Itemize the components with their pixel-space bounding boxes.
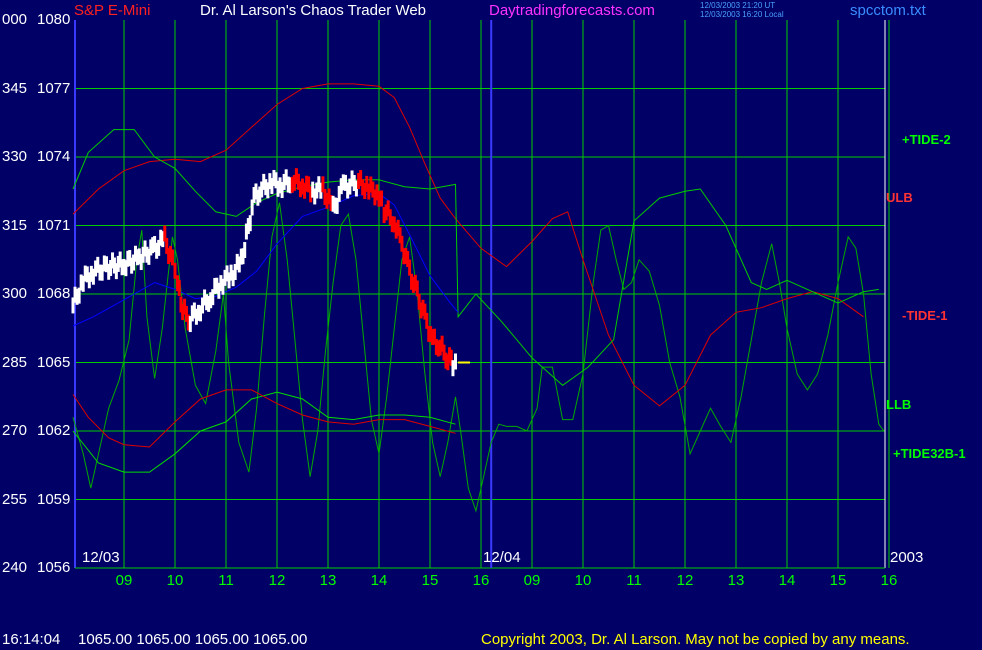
x-tick-label: 10	[166, 572, 184, 589]
x-tick-label: 12	[676, 572, 694, 589]
y-angle-label: 300	[2, 285, 28, 302]
y-angle-label: 330	[2, 148, 28, 165]
price-bar	[248, 215, 252, 232]
series-label-tide1: -TIDE-1	[902, 308, 948, 323]
y-price-label: 1071	[37, 216, 71, 234]
x-tick-label: 16	[472, 572, 490, 589]
x-tick-label: 09	[115, 572, 133, 589]
x-tick-label: 10	[574, 572, 592, 589]
y-price-label: 1074	[37, 148, 71, 165]
y-price-label: 1065	[37, 353, 71, 371]
y-angle-label: 345	[2, 79, 28, 97]
price-bar	[380, 190, 384, 207]
series-label-tide2: +TIDE-2	[902, 132, 951, 147]
y-price-label: 1062	[37, 422, 71, 439]
x-tick-label: 13	[319, 572, 337, 589]
x-tick-label: 13	[727, 572, 745, 589]
footer-copyright: Copyright 2003, Dr. Al Larson. May not b…	[481, 631, 910, 648]
y-angle-label: 270	[2, 422, 28, 439]
price-bar	[408, 259, 412, 276]
series-label-ulb: ULB	[886, 190, 913, 205]
series-tide32b-1-line	[72, 202, 885, 513]
series-label-llb: LLB	[886, 397, 912, 412]
series-tide1-line	[72, 389, 456, 448]
price-layer	[71, 168, 471, 377]
y-price-label: 1068	[37, 285, 71, 302]
y-angle-label: 000	[2, 11, 28, 28]
y-price-label: 1080	[37, 11, 71, 28]
x-tick-label: 09	[523, 572, 541, 589]
symbol-title: S&P E-Mini	[74, 2, 151, 19]
site-link[interactable]: Daytradingforecasts.com	[489, 2, 655, 19]
x-tick-label: 11	[218, 572, 234, 589]
y-angle-label: 240	[2, 559, 28, 576]
date-label-start: 12/03	[82, 549, 120, 566]
price-bar	[177, 280, 181, 297]
x-tick-label: 14	[370, 572, 388, 589]
series-llb-line	[72, 391, 456, 473]
series-ulb-line	[72, 83, 864, 407]
ut-timestamp: 12/03/2003 21:20 UT	[700, 1, 776, 10]
x-tick-label: 14	[778, 572, 796, 589]
date-label-year: 2003	[890, 549, 924, 566]
date-label-next: 12/04	[483, 549, 521, 566]
x-tick-label: 12	[268, 572, 286, 589]
x-tick-label: 15	[829, 572, 847, 589]
data-filename: spcctom.txt	[850, 2, 926, 19]
footer-time: 16:14:04	[2, 631, 61, 648]
y-angle-label: 315	[2, 216, 28, 234]
x-tick-label: 16	[880, 572, 898, 589]
series-layer	[72, 83, 885, 513]
chart-title: Dr. Al Larson's Chaos Trader Web	[200, 2, 427, 19]
footer-ohlc: 1065.00 1065.00 1065.00 1065.00	[78, 631, 308, 648]
y-price-label: 1056	[37, 559, 71, 576]
y-angle-label: 255	[2, 490, 28, 508]
series-label-tide32: +TIDE32B-1	[893, 446, 966, 461]
x-tick-label: 11	[626, 572, 642, 589]
y-angle-label: 285	[2, 353, 28, 371]
price-bar	[243, 242, 247, 259]
y-price-label: 1077	[37, 79, 71, 97]
local-timestamp: 12/03/2003 16:20 Local	[700, 10, 784, 19]
price-bar	[454, 353, 457, 370]
series-tide2-line	[72, 129, 879, 386]
x-tick-label: 15	[421, 572, 439, 589]
y-price-label: 1059	[37, 490, 71, 508]
